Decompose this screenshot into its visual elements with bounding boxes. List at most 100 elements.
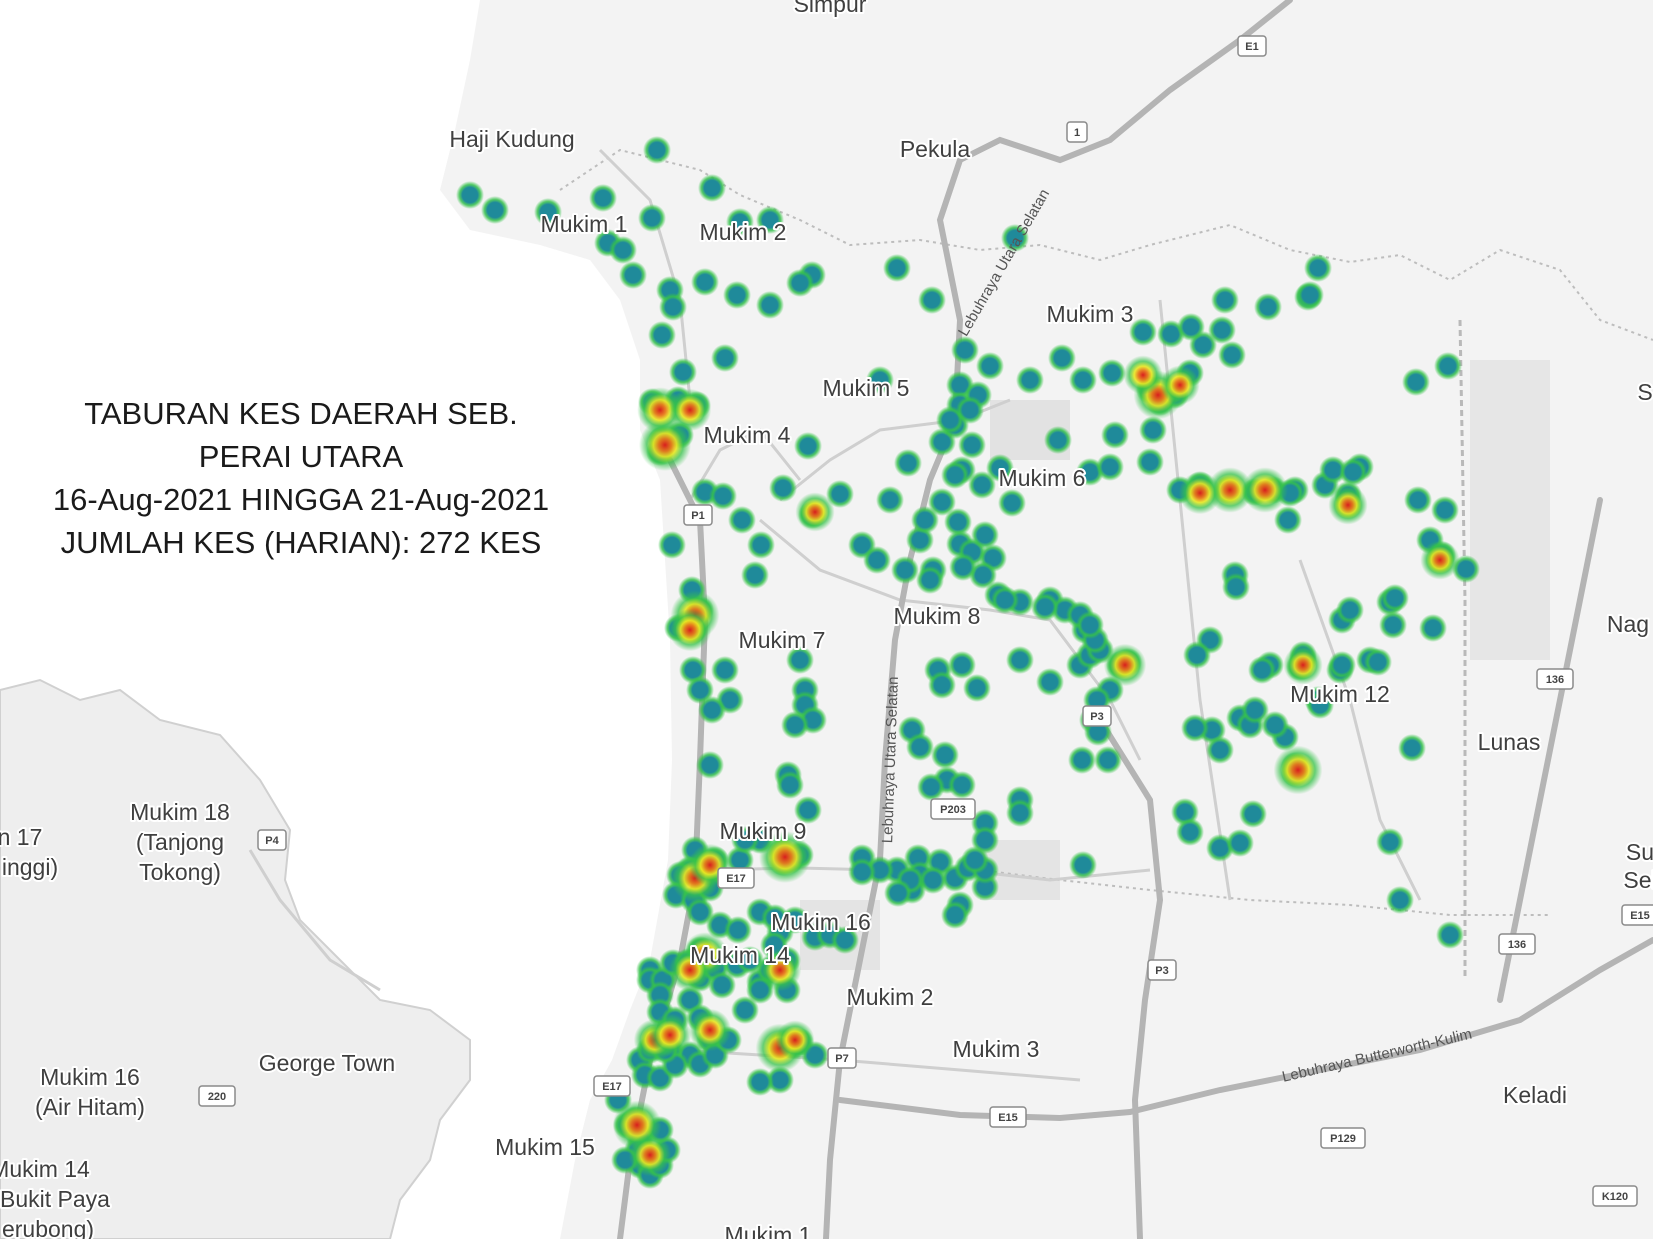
case-point xyxy=(1436,921,1464,949)
place-label: Nag xyxy=(1607,611,1649,637)
place-label: Mukim 3 xyxy=(1047,301,1134,327)
road-shield-label: P129 xyxy=(1330,1133,1356,1145)
case-hotspot xyxy=(1242,467,1288,513)
case-point xyxy=(1036,668,1064,696)
case-point xyxy=(1402,368,1430,396)
case-point xyxy=(769,474,797,502)
case-point xyxy=(884,879,912,907)
title-line-1: TABURAN KES DAERAH SEB. xyxy=(84,396,518,431)
place-label: Mukim 14 xyxy=(0,1156,90,1182)
case-point xyxy=(643,136,671,164)
case-hotspot xyxy=(1123,355,1163,395)
road-shield-label: P203 xyxy=(940,804,966,816)
place-label: Mukim 16 xyxy=(40,1064,140,1090)
road-shield: P3 xyxy=(1147,959,1177,981)
place-label: Mukim 8 xyxy=(894,603,981,629)
place-label: George Town xyxy=(259,1050,395,1076)
case-point xyxy=(741,561,769,589)
road-shield: P129 xyxy=(1320,1127,1366,1149)
case-point xyxy=(1218,341,1246,369)
case-point xyxy=(658,531,686,559)
case-point xyxy=(941,461,969,489)
case-hotspot xyxy=(628,1133,672,1177)
case-point xyxy=(711,656,739,684)
place-label: Pekula xyxy=(900,136,971,162)
place-label: Mukim 5 xyxy=(823,375,910,401)
case-point xyxy=(724,916,752,944)
road-shield-label: 136 xyxy=(1508,939,1526,951)
place-label: Mukim 7 xyxy=(739,627,826,653)
road-shield: 220 xyxy=(198,1085,236,1107)
case-point xyxy=(1068,746,1096,774)
case-point xyxy=(456,181,484,209)
case-point xyxy=(1177,313,1205,341)
case-point xyxy=(991,586,1019,614)
place-label: Sel xyxy=(1623,867,1653,893)
case-point xyxy=(1094,746,1122,774)
road-shield: 136 xyxy=(1498,933,1536,955)
case-point xyxy=(1336,596,1364,624)
road-shield: P3 xyxy=(1082,705,1112,727)
case-point xyxy=(1274,506,1302,534)
place-label: Mukim 16 xyxy=(771,909,871,935)
case-point xyxy=(619,261,647,289)
road-shield: P1 xyxy=(683,504,713,526)
case-point xyxy=(481,196,509,224)
road-shield: E15 xyxy=(1621,904,1653,926)
case-point xyxy=(1098,359,1126,387)
case-point xyxy=(1006,646,1034,674)
case-point xyxy=(1386,886,1414,914)
case-point xyxy=(1206,736,1234,764)
place-label: Mukim 18 xyxy=(130,799,230,825)
title-line-3: 16-Aug-2021 HINGGA 21-Aug-2021 xyxy=(52,482,550,517)
case-point xyxy=(961,846,989,874)
title-line-4: JUMLAH KES (HARIAN): 272 KES xyxy=(60,525,542,560)
case-hotspot xyxy=(775,1020,815,1060)
case-point xyxy=(911,506,939,534)
case-point xyxy=(1208,316,1236,344)
case-point xyxy=(1379,611,1407,639)
case-point xyxy=(1222,573,1250,601)
case-point xyxy=(928,671,956,699)
case-point xyxy=(918,286,946,314)
case-point xyxy=(1211,286,1239,314)
case-point xyxy=(1431,496,1459,524)
case-point xyxy=(1031,593,1059,621)
case-point xyxy=(1328,651,1356,679)
case-point xyxy=(1181,714,1209,742)
case-point xyxy=(917,773,945,801)
map-canvas[interactable]: E1 1 P1 P3 P203 E17 P4 P3 P7 E15 220 E17 P129 136 136 E… xyxy=(0,0,1653,1239)
case-point xyxy=(711,344,739,372)
place-label: Simpur xyxy=(794,0,867,17)
place-label: Bukit Paya xyxy=(0,1186,110,1212)
case-point xyxy=(698,696,726,724)
road-shield-label: E17 xyxy=(602,1081,622,1093)
case-hotspot xyxy=(1160,365,1200,405)
case-point xyxy=(1183,641,1211,669)
title-line-2: PERAI UTARA xyxy=(198,439,404,474)
place-label: Tokong) xyxy=(139,859,221,885)
place-label: Mukim 6 xyxy=(999,465,1086,491)
case-point xyxy=(776,771,804,799)
case-point xyxy=(1048,344,1076,372)
road-shield: E17 xyxy=(717,867,755,889)
case-point xyxy=(948,651,976,679)
road-shield-label: P7 xyxy=(835,1053,848,1065)
road-shield-label: P3 xyxy=(1090,711,1103,723)
road-shield: P7 xyxy=(827,1047,857,1069)
case-point xyxy=(1398,734,1426,762)
road-shield-label: E15 xyxy=(1630,910,1650,922)
road-shield: K120 xyxy=(1592,1185,1638,1207)
place-label: inggi) xyxy=(2,854,58,880)
case-point xyxy=(1076,611,1104,639)
case-point xyxy=(1101,421,1129,449)
case-point xyxy=(891,556,919,584)
case-hotspot xyxy=(1178,471,1222,515)
case-point xyxy=(747,531,775,559)
case-point xyxy=(948,771,976,799)
case-point xyxy=(1226,829,1254,857)
case-hotspot xyxy=(648,1013,692,1057)
case-point xyxy=(696,751,724,779)
case-point xyxy=(976,352,1004,380)
case-point xyxy=(1261,711,1289,739)
